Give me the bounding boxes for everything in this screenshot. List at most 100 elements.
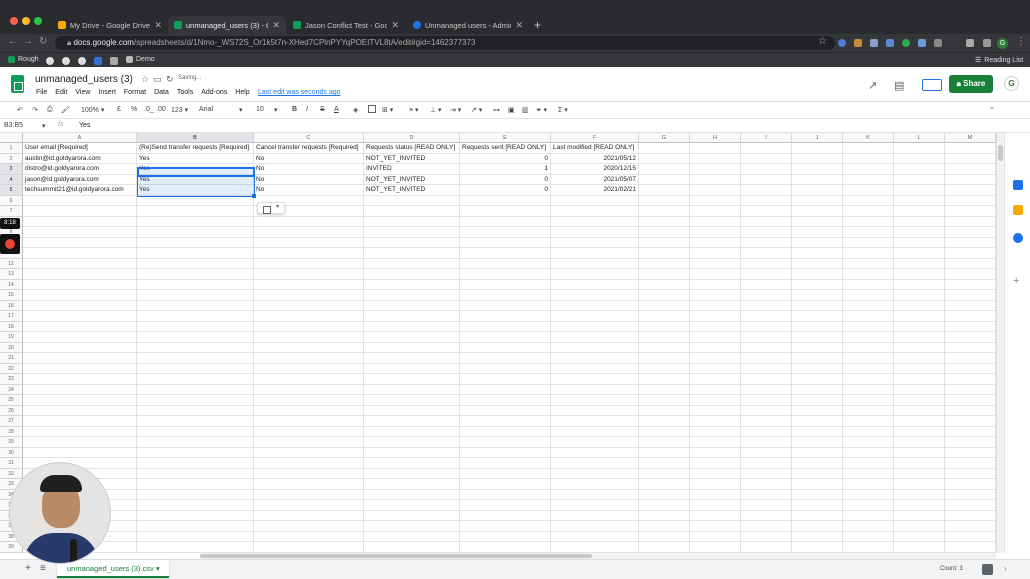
table-cell[interactable] [894, 363, 945, 374]
table-cell[interactable] [137, 300, 254, 311]
table-cell[interactable] [792, 185, 843, 196]
table-cell[interactable] [792, 290, 843, 301]
table-cell[interactable] [460, 353, 551, 364]
table-cell[interactable] [639, 300, 690, 311]
share-button[interactable]: 🔒︎ Share [949, 75, 993, 93]
table-cell[interactable] [364, 447, 460, 458]
table-cell[interactable] [945, 290, 996, 301]
table-cell[interactable] [741, 489, 792, 500]
table-cell[interactable] [843, 227, 894, 238]
table-cell[interactable] [792, 437, 843, 448]
google-icon[interactable] [46, 57, 54, 65]
table-cell[interactable] [945, 416, 996, 427]
table-cell[interactable] [690, 363, 741, 374]
table-cell[interactable] [364, 342, 460, 353]
table-cell[interactable] [137, 237, 254, 248]
table-cell[interactable] [792, 164, 843, 175]
table-cell[interactable] [551, 279, 639, 290]
table-cell[interactable] [741, 279, 792, 290]
table-cell[interactable] [639, 384, 690, 395]
table-cell[interactable] [551, 216, 639, 227]
table-cell[interactable] [894, 300, 945, 311]
table-cell[interactable] [137, 468, 254, 479]
table-cell[interactable] [254, 489, 364, 500]
table-cell[interactable] [254, 447, 364, 458]
table-cell[interactable] [843, 311, 894, 322]
fill-handle[interactable] [252, 194, 256, 198]
table-cell[interactable] [690, 195, 741, 206]
table-cell[interactable] [460, 521, 551, 532]
table-cell[interactable] [741, 153, 792, 164]
table-cell[interactable] [551, 269, 639, 280]
table-cell[interactable] [741, 542, 792, 553]
table-cell[interactable] [137, 248, 254, 259]
menu-help[interactable]: Help [235, 89, 249, 96]
table-cell[interactable] [137, 311, 254, 322]
table-cell[interactable] [364, 353, 460, 364]
more-menu-icon[interactable]: ⋮ [1016, 36, 1026, 47]
table-cell[interactable] [792, 216, 843, 227]
table-cell[interactable] [460, 216, 551, 227]
row-header[interactable]: 14 [0, 279, 23, 290]
more-formats-select[interactable]: 123 ▾ [171, 106, 188, 114]
table-cell[interactable] [551, 405, 639, 416]
explore-icon[interactable] [982, 564, 993, 575]
table-cell[interactable] [639, 206, 690, 217]
table-cell[interactable] [551, 237, 639, 248]
table-cell[interactable] [254, 521, 364, 532]
table-cell[interactable] [23, 269, 137, 280]
table-cell[interactable] [945, 510, 996, 521]
table-cell[interactable]: INVITED [364, 164, 460, 175]
table-cell[interactable] [690, 374, 741, 385]
table-cell[interactable] [551, 510, 639, 521]
table-cell[interactable] [945, 447, 996, 458]
table-cell[interactable] [741, 227, 792, 238]
table-cell[interactable] [690, 479, 741, 490]
table-cell[interactable] [792, 258, 843, 269]
table-cell[interactable] [792, 342, 843, 353]
table-cell[interactable] [741, 258, 792, 269]
table-cell[interactable] [137, 321, 254, 332]
table-cell[interactable] [460, 206, 551, 217]
table-cell[interactable] [551, 227, 639, 238]
table-cell[interactable] [639, 374, 690, 385]
functions-button[interactable]: Σ ▾ [558, 106, 568, 114]
table-cell[interactable] [741, 300, 792, 311]
table-cell[interactable] [23, 216, 137, 227]
table-cell[interactable]: Requests sent [READ ONLY] [460, 143, 551, 154]
table-cell[interactable] [894, 332, 945, 343]
table-cell[interactable] [945, 164, 996, 175]
table-cell[interactable] [792, 353, 843, 364]
table-cell[interactable] [792, 248, 843, 259]
table-cell[interactable] [741, 510, 792, 521]
column-header-j[interactable]: J [792, 133, 843, 143]
extensions-puzzle-icon[interactable] [983, 39, 991, 47]
add-sheet-button[interactable]: + [25, 563, 31, 574]
table-cell[interactable] [254, 237, 364, 248]
table-cell[interactable] [551, 437, 639, 448]
table-cell[interactable] [894, 447, 945, 458]
table-cell[interactable] [843, 185, 894, 196]
table-cell[interactable] [137, 216, 254, 227]
table-cell[interactable] [741, 521, 792, 532]
table-cell[interactable] [792, 300, 843, 311]
table-cell[interactable] [460, 510, 551, 521]
table-cell[interactable] [945, 300, 996, 311]
table-cell[interactable] [364, 521, 460, 532]
table-cell[interactable] [460, 258, 551, 269]
table-cell[interactable] [894, 143, 945, 154]
horizontal-scroll-thumb[interactable] [200, 554, 592, 558]
table-cell[interactable] [792, 500, 843, 511]
row-header[interactable]: 1 [0, 143, 23, 154]
add-on-plus-icon[interactable]: + [1013, 276, 1023, 287]
table-cell[interactable] [792, 395, 843, 406]
table-cell[interactable] [254, 416, 364, 427]
paint-format-icon[interactable]: 🖌︎ [61, 106, 70, 114]
table-cell[interactable] [792, 237, 843, 248]
table-cell[interactable]: techsummit21@id.goldyarora.com [23, 185, 137, 196]
table-cell[interactable]: Last modified [READ ONLY] [551, 143, 639, 154]
table-cell[interactable] [894, 384, 945, 395]
table-cell[interactable] [254, 353, 364, 364]
row-header[interactable]: 3 [0, 164, 23, 175]
table-cell[interactable] [843, 342, 894, 353]
